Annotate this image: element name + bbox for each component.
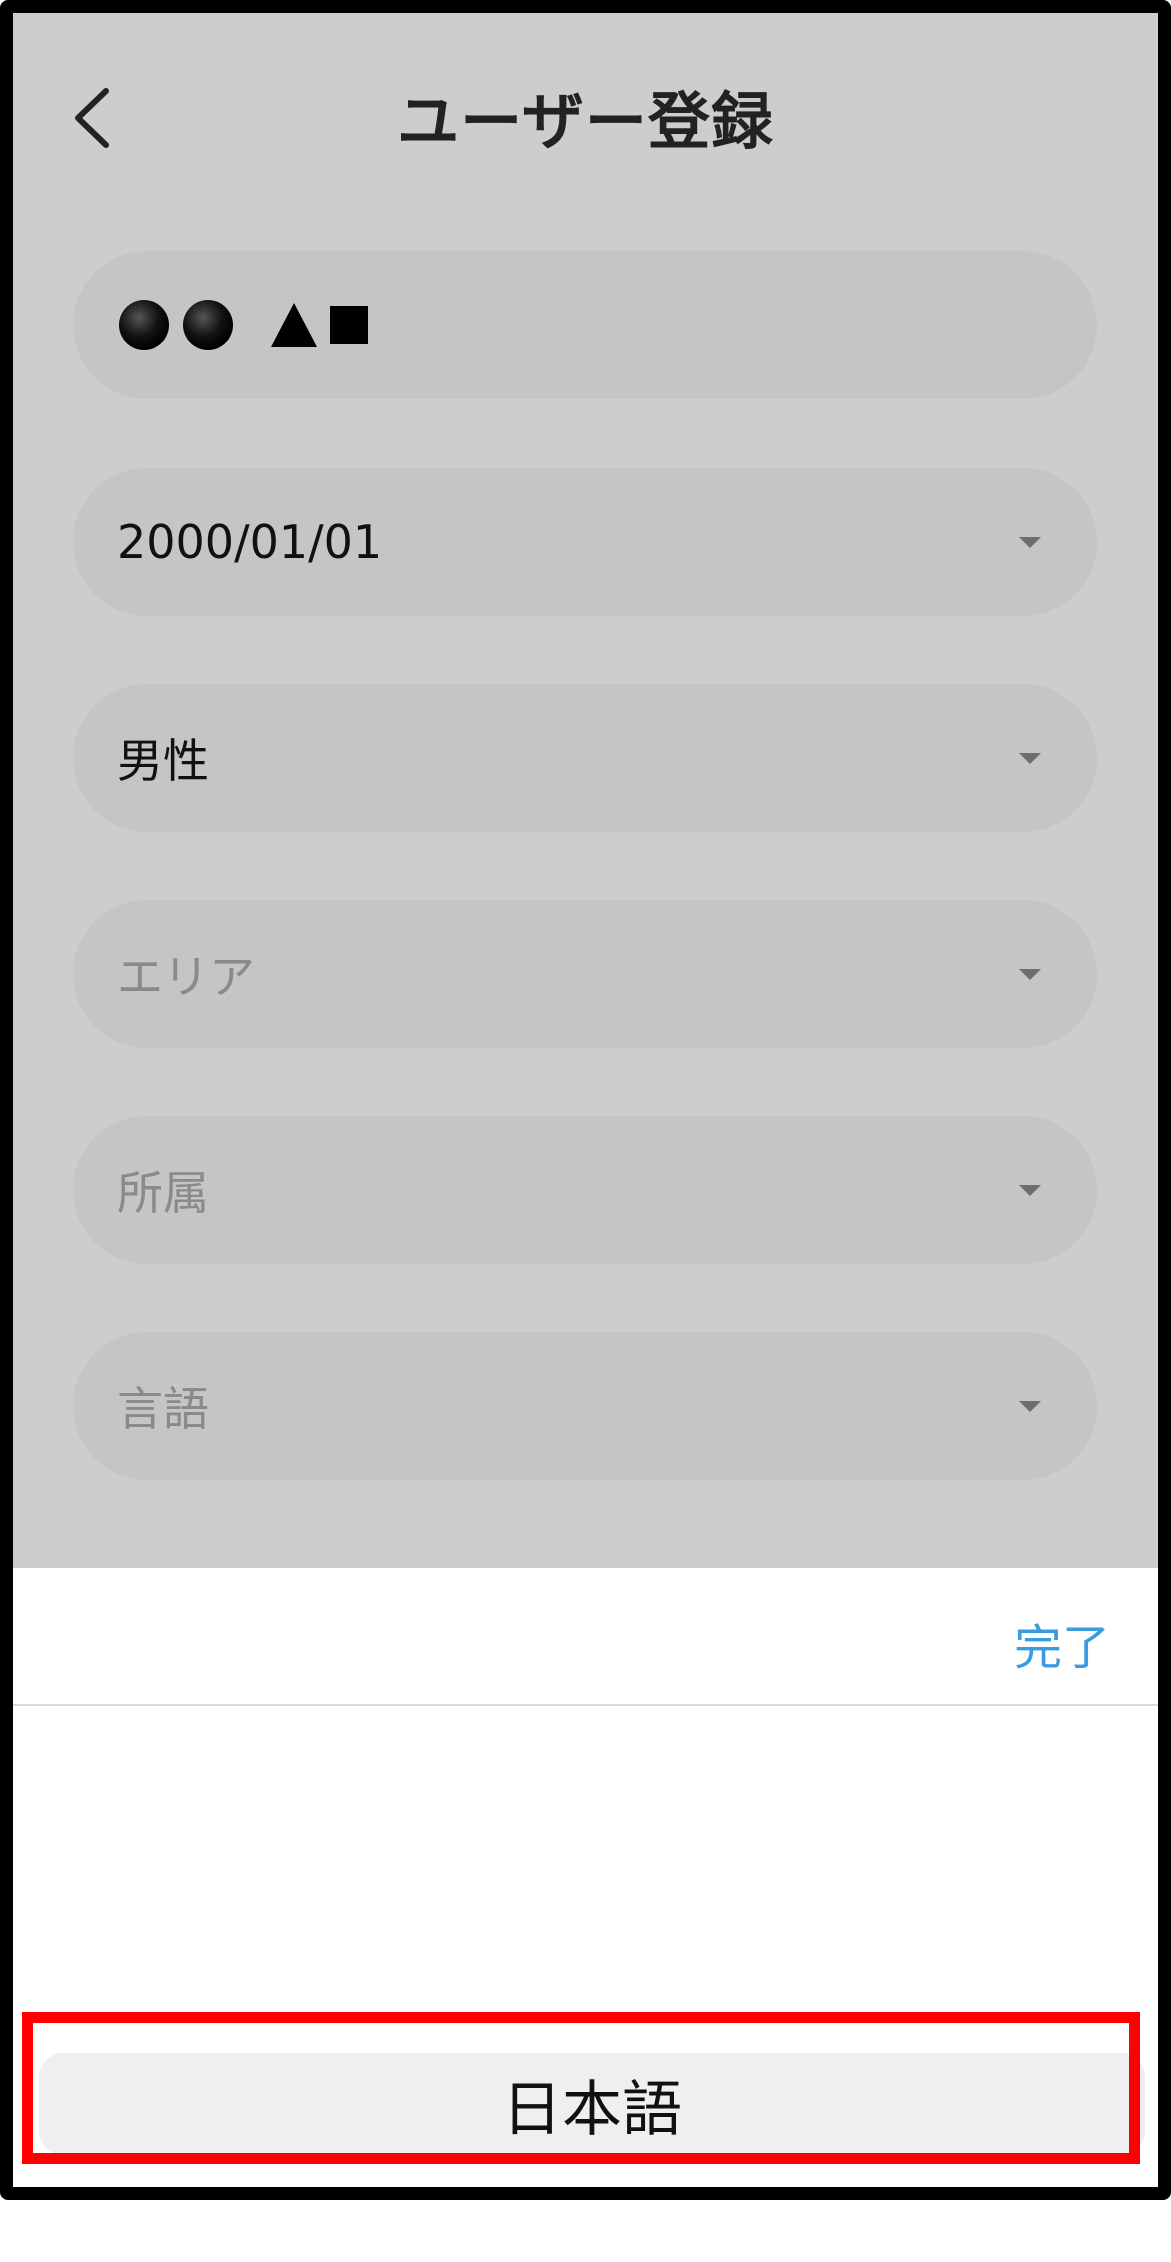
gender-field[interactable]: 男性 [73,684,1097,832]
triangle-shape [271,303,317,347]
chevron-down-icon [1019,969,1041,980]
language-field[interactable]: 言語 [73,1332,1097,1480]
affiliation-placeholder: 所属 [117,1166,209,1220]
area-placeholder: エリア [117,950,255,1004]
language-placeholder: 言語 [117,1382,209,1436]
chevron-down-icon [1019,753,1041,764]
name-value [117,298,369,352]
header: ユーザー登録 [13,13,1158,228]
birthdate-value: 2000/01/01 [117,515,383,569]
done-button[interactable]: 完了 [1014,1608,1110,1678]
birthdate-field[interactable]: 2000/01/01 [73,468,1097,616]
area-field[interactable]: エリア [73,900,1097,1048]
page-title: ユーザー登録 [397,85,774,158]
language-picker-sheet: 完了 日本語 [13,1568,1158,2187]
app-screen: ユーザー登録 2000/01/01 男性 エリア 所属 言語 完了 日本語 [0,0,1171,2200]
chevron-down-icon [1019,1185,1041,1196]
picker-option-japanese[interactable]: 日本語 [39,2053,1145,2155]
circle-shape [183,300,233,350]
name-field[interactable] [73,251,1097,399]
circle-shape [119,300,169,350]
chevron-down-icon [1019,537,1041,548]
gender-value: 男性 [117,734,209,788]
square-shape [330,306,368,344]
affiliation-field[interactable]: 所属 [73,1116,1097,1264]
picker-toolbar: 完了 [13,1568,1158,1706]
picker-option-label: 日本語 [502,2074,682,2145]
chevron-down-icon [1019,1401,1041,1412]
